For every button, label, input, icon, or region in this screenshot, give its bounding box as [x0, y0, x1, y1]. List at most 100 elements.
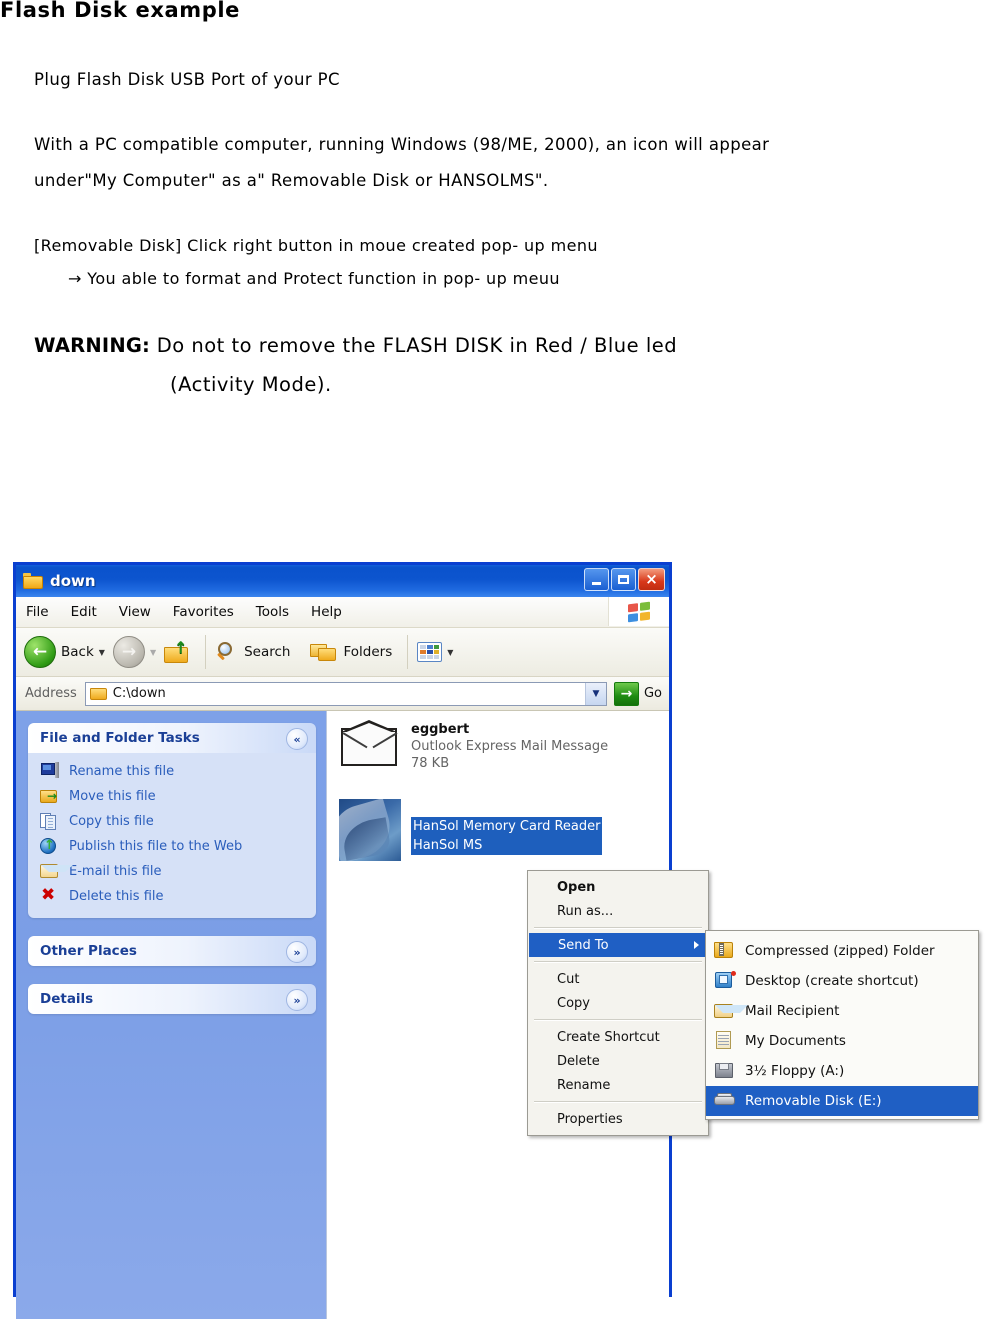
views-dropdown-icon[interactable]: ▼	[447, 648, 453, 657]
maximize-button[interactable]	[611, 568, 636, 591]
menu-bar: File Edit View Favorites Tools Help	[16, 597, 669, 628]
file-type: Outlook Express Mail Message	[411, 739, 609, 754]
panel-header-details[interactable]: Details »	[28, 984, 316, 1014]
title-bar: down ×	[16, 565, 669, 597]
context-menu-item-cut[interactable]: Cut	[528, 967, 708, 991]
up-button[interactable]: ↑	[164, 640, 190, 663]
menu-item-file[interactable]: File	[26, 604, 49, 620]
search-icon	[215, 641, 239, 663]
folder-icon	[23, 573, 43, 589]
context-menu-item-properties[interactable]: Properties	[528, 1107, 708, 1131]
go-button[interactable]: → Go	[613, 681, 662, 706]
submenu-item-desktop-shortcut[interactable]: Desktop (create shortcut)	[706, 966, 978, 996]
panel-header-file-tasks[interactable]: File and Folder Tasks «	[28, 723, 316, 753]
context-menu-item-send-to[interactable]: Send To	[529, 933, 707, 957]
forward-dropdown-icon: ▼	[149, 647, 157, 657]
menu-item-view[interactable]: View	[119, 604, 151, 620]
panel-details: Details »	[28, 984, 316, 1014]
chevron-up-glyph: «	[293, 732, 301, 746]
panel-header-other-places[interactable]: Other Places »	[28, 936, 316, 966]
task-pane-sidebar: File and Folder Tasks « Rename this file…	[16, 711, 326, 1319]
mail-icon	[714, 1001, 748, 1021]
submenu-item-floppy[interactable]: 3½ Floppy (A:)	[706, 1056, 978, 1086]
close-button[interactable]: ×	[638, 568, 665, 591]
submenu-item-mail-recipient[interactable]: Mail Recipient	[706, 996, 978, 1026]
context-menu-separator-3	[534, 1019, 702, 1021]
context-menu-item-create-shortcut[interactable]: Create Shortcut	[528, 1025, 708, 1049]
documents-icon	[714, 1031, 736, 1051]
submenu-item-label: 3½ Floppy (A:)	[745, 1063, 845, 1079]
task-email-this-file[interactable]: E-mail this file	[40, 862, 306, 880]
views-icon	[417, 642, 443, 662]
publish-icon: ↑	[40, 837, 60, 855]
collapse-up-icon[interactable]: «	[286, 728, 308, 750]
menu-item-help[interactable]: Help	[311, 604, 342, 620]
file-name-selected: HanSol Memory Card Reader HanSol MS	[411, 817, 603, 855]
go-label: Go	[643, 686, 662, 701]
search-button[interactable]: Search	[215, 641, 290, 663]
panel-body-file-tasks: Rename this file → Move this file Copy t…	[28, 753, 316, 918]
send-to-submenu: Compressed (zipped) Folder Desktop (crea…	[705, 930, 979, 1120]
menu-item-edit[interactable]: Edit	[71, 604, 97, 620]
file-name: eggbert	[411, 722, 470, 737]
panel-title-details: Details	[40, 991, 94, 1007]
folders-label: Folders	[343, 644, 393, 660]
submenu-item-removable-disk[interactable]: Removable Disk (E:)	[706, 1086, 978, 1116]
folders-button[interactable]: Folders	[310, 641, 392, 663]
address-value: C:\down	[112, 686, 166, 701]
toolbar: ← Back ▼ → ▼ ↑ Search Folders ▼	[16, 628, 669, 677]
file-size: 78 KB	[411, 756, 450, 771]
task-label: E-mail this file	[69, 863, 162, 879]
task-move-this-file[interactable]: → Move this file	[40, 787, 306, 805]
panel-title-other-places: Other Places	[40, 943, 137, 959]
submenu-arrow-icon	[694, 941, 699, 949]
task-rename-this-file[interactable]: Rename this file	[40, 762, 306, 780]
menu-item-favorites[interactable]: Favorites	[173, 604, 234, 620]
task-delete-this-file[interactable]: ✖ Delete this file	[40, 887, 306, 905]
go-arrow-icon: →	[613, 681, 639, 706]
views-button[interactable]: ▼	[417, 642, 455, 662]
back-dropdown-icon[interactable]: ▼	[99, 648, 105, 657]
floppy-icon	[714, 1061, 736, 1081]
minimize-button[interactable]	[584, 568, 609, 591]
context-menu-item-rename[interactable]: Rename	[528, 1073, 708, 1097]
minimize-icon	[592, 581, 601, 585]
task-label: Copy this file	[69, 813, 154, 829]
warning-line2: (Activity Mode).	[170, 373, 332, 396]
task-copy-this-file[interactable]: Copy this file	[40, 812, 306, 830]
expand-down-icon-2[interactable]: »	[286, 989, 308, 1011]
email-icon	[40, 862, 73, 880]
search-label: Search	[244, 644, 291, 660]
hansol-app-icon	[339, 799, 401, 861]
window-controls: ×	[584, 568, 665, 591]
paragraph-with-line2: under"My Computer" as a" Removable Disk …	[34, 171, 549, 190]
menu-item-tools[interactable]: Tools	[256, 604, 289, 620]
back-button[interactable]: ← Back ▼	[24, 636, 107, 668]
address-folder-icon	[89, 687, 107, 701]
file-meta: eggbert Outlook Express Mail Message 78 …	[411, 721, 608, 772]
context-menu-separator-2	[534, 961, 702, 963]
toolbar-separator-2	[407, 635, 409, 669]
context-menu-item-copy[interactable]: Copy	[528, 991, 708, 1015]
submenu-item-my-documents[interactable]: My Documents	[706, 1026, 978, 1056]
context-menu-item-open[interactable]: Open	[528, 875, 708, 899]
context-menu-item-delete[interactable]: Delete	[528, 1049, 708, 1073]
submenu-item-label: Desktop (create shortcut)	[745, 973, 919, 989]
forward-button[interactable]: → ▼	[112, 636, 158, 668]
list-item[interactable]: eggbert Outlook Express Mail Message 78 …	[339, 720, 608, 773]
context-menu: Open Run as... Send To Cut Copy Create S…	[527, 870, 709, 1136]
panel-other-places: Other Places »	[28, 936, 316, 966]
expand-down-icon[interactable]: »	[286, 941, 308, 963]
copy-icon	[40, 812, 60, 830]
address-dropdown-button[interactable]: ▼	[584, 682, 606, 705]
submenu-item-label: My Documents	[745, 1033, 846, 1049]
paragraph-plug: Plug Flash Disk USB Port of your PC	[34, 70, 340, 89]
context-menu-item-run-as[interactable]: Run as...	[528, 899, 708, 923]
back-label: Back	[61, 644, 94, 660]
list-item[interactable]: HanSol Memory Card Reader HanSol MS	[339, 799, 603, 861]
task-label: Publish this file to the Web	[69, 838, 243, 854]
task-publish-this-file-to-the-web[interactable]: ↑ Publish this file to the Web	[40, 837, 306, 855]
context-menu-item-label: Send To	[558, 937, 609, 953]
submenu-item-compressed-folder[interactable]: Compressed (zipped) Folder	[706, 936, 978, 966]
address-input[interactable]: C:\down ▼	[84, 681, 607, 706]
